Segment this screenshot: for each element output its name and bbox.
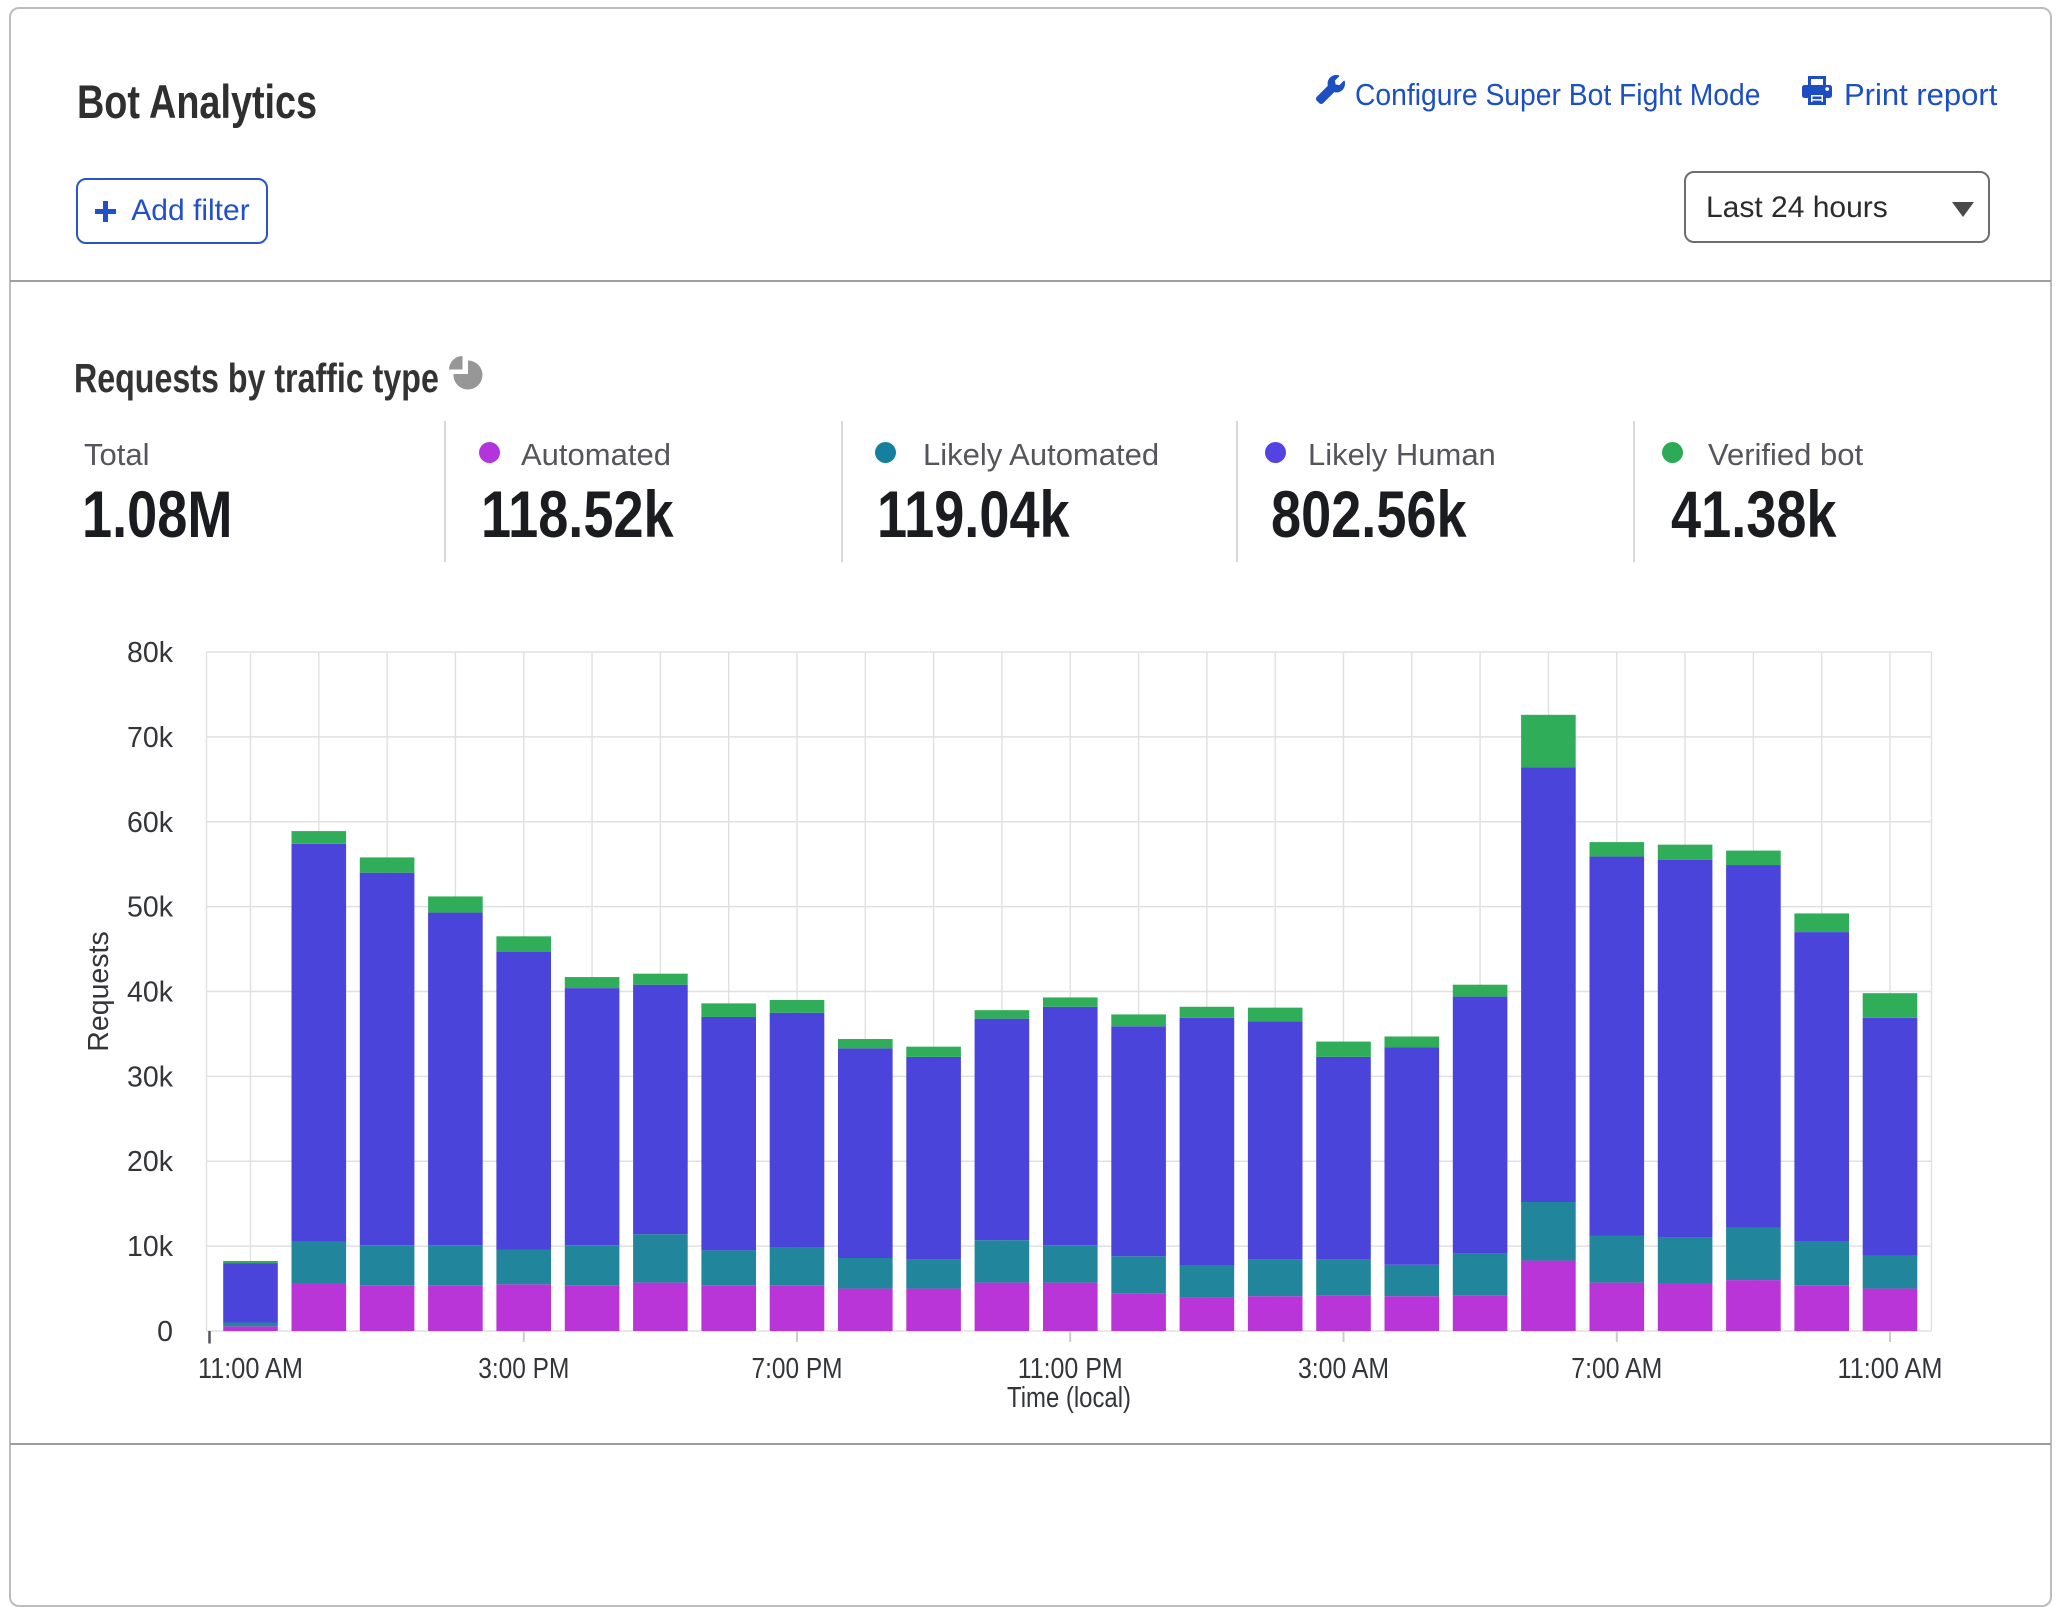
svg-text:7:00 AM: 7:00 AM xyxy=(1571,1353,1662,1385)
svg-text:40k: 40k xyxy=(127,977,174,1009)
svg-text:30k: 30k xyxy=(127,1061,174,1093)
svg-text:Requests: Requests xyxy=(83,931,115,1051)
svg-text:11:00 PM: 11:00 PM xyxy=(1018,1353,1123,1385)
svg-text:60k: 60k xyxy=(127,807,174,839)
svg-text:0: 0 xyxy=(157,1316,173,1348)
svg-text:20k: 20k xyxy=(127,1146,174,1178)
svg-text:3:00 AM: 3:00 AM xyxy=(1298,1353,1389,1385)
svg-text:7:00 PM: 7:00 PM xyxy=(752,1353,843,1385)
svg-text:80k: 80k xyxy=(127,637,174,669)
svg-text:Time (local): Time (local) xyxy=(1007,1382,1131,1414)
svg-text:11:00 AM: 11:00 AM xyxy=(1838,1353,1943,1385)
svg-text:10k: 10k xyxy=(127,1231,174,1263)
svg-text:11:00 AM: 11:00 AM xyxy=(198,1353,303,1385)
svg-text:3:00 PM: 3:00 PM xyxy=(478,1353,569,1385)
svg-text:70k: 70k xyxy=(127,722,174,754)
svg-text:50k: 50k xyxy=(127,892,174,924)
